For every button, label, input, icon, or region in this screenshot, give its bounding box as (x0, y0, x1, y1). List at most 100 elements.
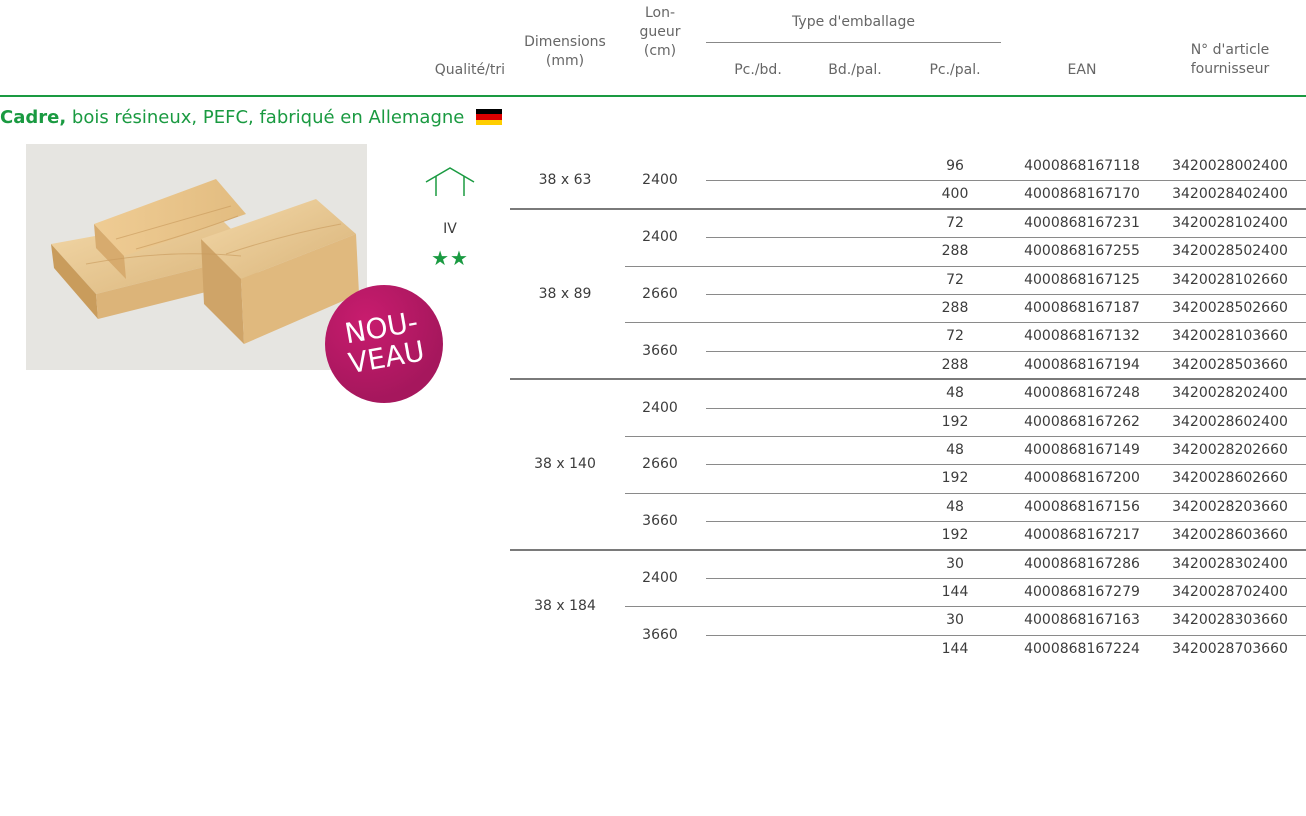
header-dimensions-line1: Dimensions (524, 34, 606, 50)
cell-ean: 4000868167194 (1024, 356, 1140, 373)
header-supplier-line2: fournisseur (1190, 61, 1270, 77)
section-title-text: bois résineux, PEFC, fabriqué en Allemag… (66, 107, 465, 128)
cell-ean: 4000868167200 (1024, 470, 1140, 487)
quality-stars: ★★ (431, 246, 469, 270)
cell-pc-pal: 400 (941, 186, 969, 203)
cell-ean: 4000868167156 (1024, 498, 1140, 515)
group-divider (510, 548, 1306, 551)
cell-supplier: 3420028202660 (1172, 442, 1288, 458)
cell-ean: 4000868167248 (1024, 385, 1140, 402)
header-ean: EAN (1067, 62, 1097, 78)
length-divider (625, 436, 1306, 437)
header-dimensions: Dimensions (mm) (510, 33, 620, 71)
cell-dimensions: 38 x 89 (538, 286, 592, 302)
new-badge: NOU- VEAU (325, 285, 443, 403)
cell-length: 2400 (642, 399, 678, 416)
cell-length: 3660 (642, 342, 678, 359)
cell-pc-pal: 144 (941, 640, 969, 657)
cell-ean: 4000868167286 (1024, 555, 1140, 572)
row-divider (706, 578, 1306, 579)
cell-supplier: 3420028102660 (1172, 271, 1288, 288)
header-length-line2: gueur (639, 24, 681, 40)
cell-length: 2400 (642, 570, 678, 586)
group-divider (510, 378, 1306, 381)
cell-supplier: 3420028402400 (1172, 186, 1288, 203)
cell-supplier: 3420028203660 (1172, 498, 1288, 515)
cell-ean: 4000868167132 (1024, 328, 1140, 345)
cell-pc-pal: 192 (941, 413, 969, 430)
cell-supplier: 3420028103660 (1172, 328, 1288, 345)
header-pc-bd: Pc./bd. (734, 62, 782, 78)
header-separator (0, 95, 1306, 97)
cell-supplier: 3420028302400 (1172, 555, 1288, 572)
header-pc-pal: Pc./pal. (929, 62, 981, 78)
cell-dimensions: 38 x 63 (538, 172, 592, 189)
section-title: Cadre, bois résineux, PEFC, fabriqué en … (0, 107, 503, 128)
row-divider (706, 294, 1306, 295)
product-photo (26, 144, 367, 370)
header-supplier: N° d'article fournisseur (1160, 41, 1300, 79)
cell-supplier: 3420028602660 (1172, 470, 1288, 487)
cell-ean: 4000868167125 (1024, 271, 1140, 288)
cell-ean: 4000868167170 (1024, 186, 1140, 203)
house-outline-icon (425, 167, 475, 196)
cell-supplier: 3420028602400 (1172, 413, 1288, 430)
group-divider (510, 207, 1306, 210)
cell-pc-pal: 30 (946, 612, 964, 629)
cell-dimensions: 38 x 140 (534, 456, 596, 473)
section-title-bold: Cadre, (0, 107, 67, 128)
cell-supplier: 3420028502660 (1172, 300, 1288, 316)
cell-pc-pal: 72 (946, 271, 964, 288)
cell-supplier: 3420028703660 (1172, 640, 1288, 657)
cell-pc-pal: 288 (941, 300, 969, 316)
cell-pc-pal: 72 (946, 328, 964, 345)
cell-pc-pal: 192 (941, 470, 969, 487)
cell-ean: 4000868167163 (1024, 612, 1140, 629)
cell-ean: 4000868167279 (1024, 584, 1140, 600)
cell-length: 2660 (642, 456, 678, 473)
cell-supplier: 3420028502400 (1172, 243, 1288, 260)
cell-pc-pal: 48 (946, 385, 964, 402)
cell-pc-pal: 144 (941, 584, 969, 600)
row-divider (706, 237, 1306, 239)
cell-pc-pal: 48 (946, 498, 964, 515)
cell-length: 3660 (642, 513, 678, 530)
cell-supplier: 3420028102400 (1172, 214, 1288, 231)
header-packaging-divider (706, 42, 1001, 43)
cell-ean: 4000868167118 (1024, 158, 1140, 174)
row-divider (706, 407, 1306, 409)
cell-ean: 4000868167231 (1024, 214, 1140, 231)
cell-supplier: 3420028202400 (1172, 385, 1288, 402)
cell-ean: 4000868167255 (1024, 243, 1140, 260)
cell-length: 3660 (642, 626, 678, 643)
cell-supplier: 3420028702400 (1172, 584, 1288, 600)
row-divider (706, 180, 1306, 182)
cell-length: 2400 (642, 229, 678, 246)
header-bd-pal: Bd./pal. (828, 62, 882, 78)
length-divider (625, 265, 1306, 267)
length-divider (625, 322, 1306, 324)
header-length-line3: (cm) (643, 43, 677, 59)
cell-supplier: 3420028002400 (1172, 158, 1288, 174)
cell-length: 2660 (642, 286, 678, 302)
header-length: Lon- gueur (cm) (625, 4, 695, 61)
length-divider (625, 492, 1306, 494)
length-divider (625, 606, 1306, 608)
cell-ean: 4000868167217 (1024, 527, 1140, 544)
row-divider (706, 464, 1306, 466)
row-divider (706, 521, 1306, 523)
cell-supplier: 3420028603660 (1172, 527, 1288, 544)
row-divider (706, 634, 1306, 636)
cell-pc-pal: 192 (941, 527, 969, 544)
cell-pc-pal: 72 (946, 214, 964, 231)
cell-length: 2400 (642, 172, 678, 189)
header-supplier-line1: N° d'article (1190, 42, 1270, 58)
cell-pc-pal: 288 (941, 243, 969, 260)
header-quality: Qualité/tri (434, 62, 505, 78)
cell-pc-pal: 30 (946, 555, 964, 572)
header-packaging-type: Type d'emballage (792, 14, 915, 30)
germany-flag-icon (476, 109, 503, 125)
pine-lumber-planks-photo (26, 144, 367, 370)
quality-class: IV (443, 221, 457, 237)
cell-ean: 4000868167149 (1024, 442, 1140, 458)
